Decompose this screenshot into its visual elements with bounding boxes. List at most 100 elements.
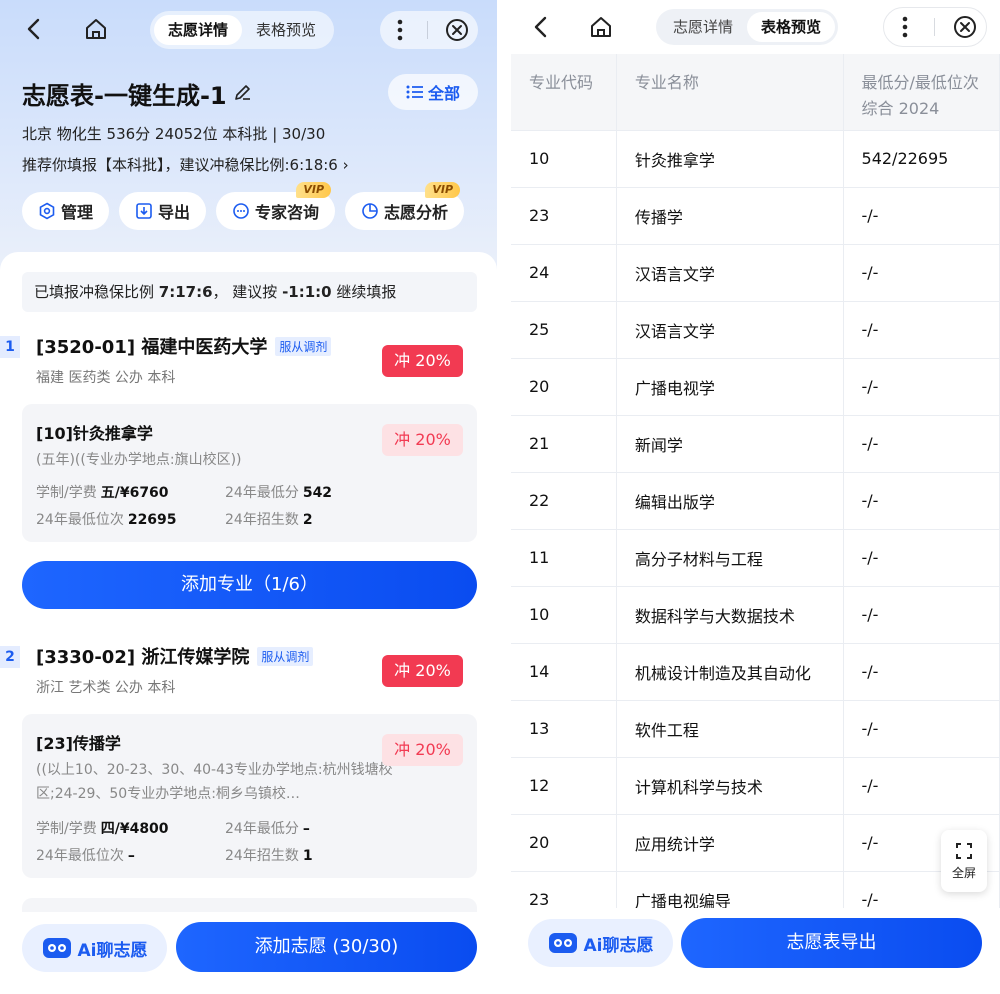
min-score-value: 542 bbox=[302, 485, 333, 501]
home-icon[interactable] bbox=[585, 12, 617, 42]
ai-bot-icon bbox=[42, 938, 71, 958]
school-name[interactable]: [3330-02] 浙江传媒学院 服从调剂 bbox=[36, 643, 314, 669]
view-switch: 志愿详情 表格预览 bbox=[656, 9, 839, 45]
ratio-mid: ， 建议按 bbox=[212, 283, 283, 301]
close-icon[interactable] bbox=[444, 17, 470, 43]
cell-name: 编辑出版学 bbox=[616, 472, 844, 530]
school-meta: 浙江 艺术类 公办 本科 bbox=[36, 680, 176, 696]
analysis-button[interactable]: VIP 志愿分析 bbox=[345, 182, 465, 230]
fullscreen-button[interactable]: 全屏 bbox=[941, 830, 987, 892]
add-major-button[interactable]: 添加专业（1/6） bbox=[22, 561, 477, 609]
ratio-prefix: 已填报冲稳保比例 bbox=[34, 283, 159, 301]
cell-name: 汉语言文学 bbox=[616, 301, 844, 359]
enroll-count-label: 24年招生数 bbox=[225, 512, 299, 528]
tab-table-preview[interactable]: 表格预览 bbox=[747, 12, 836, 42]
detail-panel: 志愿详情 表格预览 志愿表-一键生成-1 全部 北京 物化生 536分 2405… bbox=[0, 0, 497, 994]
school-name-text: [3520-01] 福建中医药大学 bbox=[36, 337, 268, 358]
action-row: 管理 导出 VIP 专家咨询 VIP 志愿分析 bbox=[22, 182, 465, 230]
ai-chat-label: Ai聊志愿 bbox=[583, 935, 654, 956]
vip-badge: VIP bbox=[425, 182, 461, 198]
cell-score: -/- bbox=[843, 586, 1000, 644]
export-table-button[interactable]: 志愿表导出 bbox=[681, 918, 982, 968]
min-score-label: 24年最低分 bbox=[225, 821, 299, 837]
list-icon bbox=[406, 85, 423, 99]
cell-score: -/- bbox=[843, 244, 1000, 302]
enroll-count-field: 24年招生数 2 bbox=[225, 509, 313, 529]
cell-name: 应用统计学 bbox=[616, 814, 844, 872]
major-card[interactable]: [23]传播学 ((以上10、20-23、30、40-43专业办学地点:杭州钱塘… bbox=[22, 714, 477, 878]
major-chance-badge: 冲 20% bbox=[382, 424, 463, 456]
min-rank-label: 24年最低位次 bbox=[36, 512, 124, 528]
min-score-field: 24年最低分 542 bbox=[225, 482, 332, 502]
major-card[interactable]: [10]针灸推拿学 (五年)((专业办学地点:旗山校区)) 冲 20% 学制/学… bbox=[22, 404, 477, 542]
min-score-value: – bbox=[302, 821, 310, 837]
table-row[interactable]: 10 针灸推拿学 542/22695 bbox=[511, 130, 1000, 188]
adjust-tag: 服从调剂 bbox=[275, 336, 332, 356]
more-icon[interactable] bbox=[388, 18, 412, 42]
school-name[interactable]: [3520-01] 福建中医药大学 服从调剂 bbox=[36, 333, 332, 359]
major-note: (五年)((专业办学地点:旗山校区)) bbox=[36, 452, 242, 468]
cell-code: 10 bbox=[511, 130, 617, 188]
min-rank-value: – bbox=[127, 848, 135, 864]
edit-icon[interactable] bbox=[233, 80, 253, 108]
table-row[interactable]: 20 广播电视学 -/- bbox=[511, 358, 1000, 416]
cell-name: 广播电视学 bbox=[616, 358, 844, 416]
cell-name: 计算机科学与技术 bbox=[616, 757, 844, 815]
cell-score: -/- bbox=[843, 472, 1000, 530]
score-info: 北京 物化生 536分 24052位 本科批 | 30/30 bbox=[22, 125, 326, 143]
tab-detail[interactable]: 志愿详情 bbox=[154, 15, 243, 45]
bottom-bar: Ai聊志愿 志愿表导出 bbox=[511, 908, 1000, 994]
cell-score: -/- bbox=[843, 358, 1000, 416]
close-icon[interactable] bbox=[952, 14, 978, 40]
table-row[interactable]: 14 机械设计制造及其自动化 -/- bbox=[511, 643, 1000, 701]
chevron-right-icon: › bbox=[342, 156, 349, 174]
school-name-text: [3330-02] 浙江传媒学院 bbox=[36, 647, 250, 668]
header-code: 专业代码 bbox=[511, 54, 617, 131]
min-rank-field: 24年最低位次 22695 bbox=[36, 509, 177, 529]
table-row[interactable]: 21 新闻学 -/- bbox=[511, 415, 1000, 473]
chance-badge: 冲 20% bbox=[382, 345, 463, 377]
ai-chat-button[interactable]: Ai聊志愿 bbox=[528, 919, 673, 967]
cell-score: -/- bbox=[843, 757, 1000, 815]
all-button-label: 全部 bbox=[427, 84, 460, 103]
export-button[interactable]: 导出 bbox=[119, 192, 207, 230]
table-row[interactable]: 10 数据科学与大数据技术 -/- bbox=[511, 586, 1000, 644]
tab-detail[interactable]: 志愿详情 bbox=[659, 12, 747, 42]
cell-code: 12 bbox=[511, 757, 617, 815]
pie-icon bbox=[362, 203, 378, 219]
school-index: 1 bbox=[0, 336, 20, 358]
cell-name: 汉语言文学 bbox=[616, 244, 844, 302]
expert-consult-label: 专家咨询 bbox=[255, 203, 320, 222]
tab-table-preview[interactable]: 表格预览 bbox=[242, 15, 330, 45]
home-icon[interactable] bbox=[80, 14, 112, 44]
ai-chat-button[interactable]: Ai聊志愿 bbox=[22, 924, 167, 972]
cell-code: 21 bbox=[511, 415, 617, 473]
add-choice-button[interactable]: 添加志愿 (30/30) bbox=[176, 922, 477, 972]
mini-program-capsule bbox=[380, 11, 478, 49]
table-body: 10 针灸推拿学 542/22695 23 传播学 -/- 24 汉语言文学 -/- 25 汉语言文… bbox=[511, 130, 1000, 929]
more-icon[interactable] bbox=[893, 15, 917, 39]
all-button[interactable]: 全部 bbox=[388, 74, 478, 110]
table-row[interactable]: 22 编辑出版学 -/- bbox=[511, 472, 1000, 530]
cell-score: -/- bbox=[843, 700, 1000, 758]
view-switch: 志愿详情 表格预览 bbox=[150, 11, 335, 49]
min-rank-label: 24年最低位次 bbox=[36, 848, 124, 864]
table-row[interactable]: 24 汉语言文学 -/- bbox=[511, 244, 1000, 302]
bottom-bar: Ai聊志愿 添加志愿 (30/30) bbox=[0, 912, 497, 994]
enroll-count-field: 24年招生数 1 bbox=[225, 845, 313, 865]
table-row[interactable]: 25 汉语言文学 -/- bbox=[511, 301, 1000, 359]
table-row[interactable]: 12 计算机科学与技术 -/- bbox=[511, 757, 1000, 815]
expert-consult-button[interactable]: VIP 专家咨询 bbox=[216, 182, 336, 230]
min-score-label: 24年最低分 bbox=[225, 485, 299, 501]
cell-code: 23 bbox=[511, 187, 617, 245]
table-row[interactable]: 20 应用统计学 -/- bbox=[511, 814, 1000, 872]
back-icon[interactable] bbox=[18, 14, 48, 44]
table-row[interactable]: 11 高分子材料与工程 -/- bbox=[511, 529, 1000, 587]
table-row[interactable]: 23 传播学 -/- bbox=[511, 187, 1000, 245]
recommend-info[interactable]: 推荐你填报【本科批】，建议冲稳保比例:6:18:6 › bbox=[22, 154, 349, 175]
manage-button[interactable]: 管理 bbox=[22, 192, 110, 230]
cell-score: -/- bbox=[843, 529, 1000, 587]
back-icon[interactable] bbox=[525, 12, 555, 42]
page-title-text: 志愿表-一键生成-1 bbox=[22, 82, 227, 110]
table-row[interactable]: 13 软件工程 -/- bbox=[511, 700, 1000, 758]
